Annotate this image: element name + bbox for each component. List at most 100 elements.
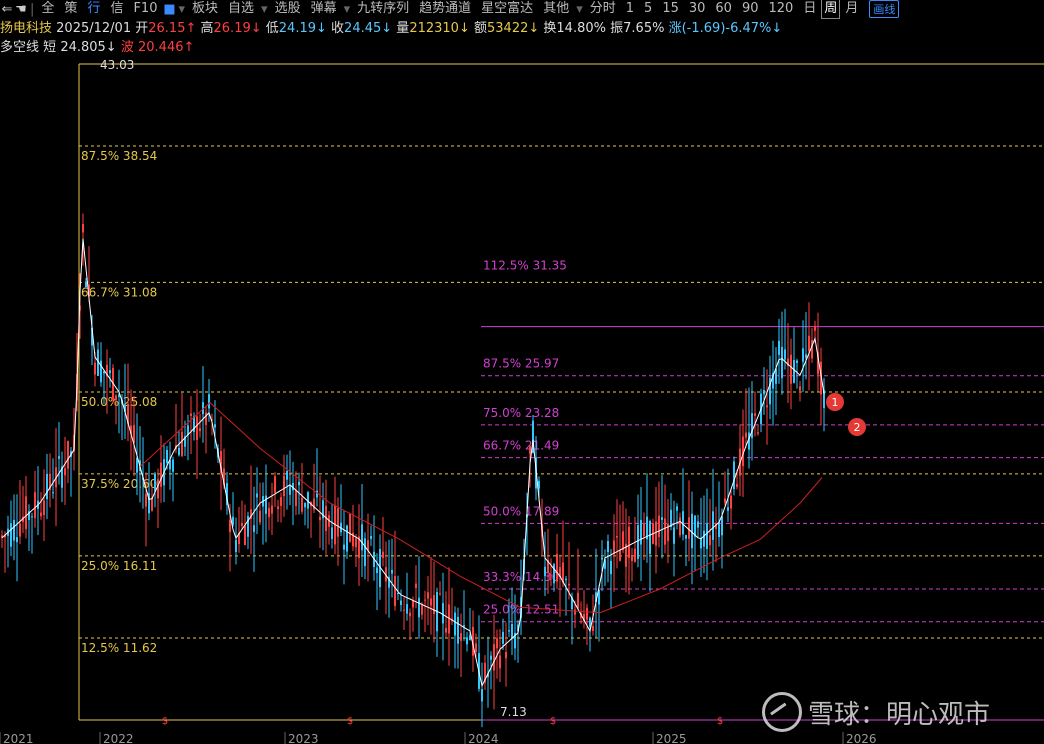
candle-body [658, 515, 660, 537]
candle-body [796, 360, 798, 363]
candle-body [556, 554, 558, 582]
candle-body [391, 570, 393, 574]
fib-left-label-1: 66.7% 31.08 [81, 285, 157, 299]
candle-body [277, 506, 279, 509]
candle-body [25, 496, 27, 530]
candle-body [94, 362, 96, 375]
watermark: 雪球：明心观市 [762, 692, 990, 732]
candle-body [40, 512, 42, 517]
fib-right-label-3: 66.7% 21.49 [483, 439, 559, 453]
candle-body [505, 651, 507, 659]
candle-body [529, 446, 531, 455]
year-label-3: 2024 [468, 732, 499, 744]
candle-body [616, 536, 618, 538]
candle-body [445, 627, 447, 633]
candle-body [508, 630, 510, 632]
candle-body [499, 655, 501, 669]
candle-body [241, 522, 243, 526]
candle-body [631, 555, 633, 562]
kline-chart[interactable]: 43.037.1387.5% 38.5466.7% 31.0850.0% 25.… [0, 0, 1044, 744]
candle-body [688, 517, 690, 539]
candle-body [190, 413, 192, 417]
candle-body [736, 484, 738, 488]
price-max-label: 43.03 [100, 58, 134, 72]
candle-body [304, 502, 306, 508]
candle-body [82, 223, 84, 233]
candle-body [10, 523, 12, 547]
candle-body [691, 513, 693, 549]
candle-body [154, 473, 156, 492]
candle-body [349, 513, 351, 542]
fib-right-label-2: 75.0% 23.28 [483, 406, 559, 420]
candle-body [454, 612, 456, 636]
dividend-marker-1: $ [347, 716, 353, 727]
candle-body [67, 440, 69, 469]
candle-body [145, 493, 147, 507]
candle-body [670, 509, 672, 527]
candle-body [490, 655, 492, 660]
candle-body [766, 405, 768, 408]
candle-body [406, 604, 408, 614]
candle-body [511, 623, 513, 639]
fib-right-label-0: 112.5% 31.35 [483, 258, 567, 272]
candle-body [430, 598, 432, 606]
candle-body [778, 340, 780, 355]
candle-body [286, 470, 288, 480]
year-label-0: 2021 [3, 732, 34, 744]
candle-body [457, 616, 459, 644]
marker-label-2: 2 [854, 421, 861, 434]
candle-body [361, 524, 363, 551]
candle-body [337, 508, 339, 537]
candle-body [208, 394, 210, 409]
candle-body [460, 633, 462, 641]
candle-body [706, 523, 708, 549]
candle-body [301, 497, 303, 512]
candle-body [622, 531, 624, 551]
candle-body [634, 548, 636, 562]
candle-body [553, 564, 555, 584]
candle-body [172, 459, 174, 472]
candle-body [790, 354, 792, 384]
candle-body [52, 492, 54, 494]
candle-body [64, 468, 66, 476]
candle-body [610, 560, 612, 575]
candle-body [781, 346, 783, 379]
candle-body [235, 539, 237, 552]
candle-body [253, 525, 255, 532]
candle-body [718, 522, 720, 538]
candle-body [814, 325, 816, 331]
candle-body [655, 521, 657, 546]
candle-body [808, 335, 810, 352]
candle-body [703, 530, 705, 547]
candle-body [31, 516, 33, 518]
candle-body [694, 515, 696, 537]
candle-body [733, 461, 735, 490]
candle-body [619, 549, 621, 561]
candle-body [400, 600, 402, 605]
candle-body [577, 592, 579, 609]
candle-body [295, 490, 297, 507]
candle-body [370, 535, 372, 539]
candle-body [421, 605, 423, 615]
candle-body [481, 689, 483, 702]
candle-body [364, 538, 366, 567]
candle-body [424, 599, 426, 601]
candle-body [394, 576, 396, 606]
candle-body [802, 348, 804, 362]
candle-body [181, 431, 183, 456]
year-label-1: 2022 [103, 732, 134, 744]
candle-body [544, 566, 546, 577]
candle-body [283, 475, 285, 497]
candle-body [409, 612, 411, 617]
candle-body [355, 538, 357, 548]
snowball-logo-icon [762, 692, 802, 732]
fib-left-label-4: 25.0% 16.11 [81, 559, 157, 573]
candle-body [268, 507, 270, 518]
candle-body [85, 281, 87, 287]
marker-label-1: 1 [832, 396, 839, 409]
year-label-5: 2026 [846, 732, 877, 744]
candle-body [493, 644, 495, 671]
fib-right-label-1: 87.5% 25.97 [483, 357, 559, 371]
candle-body [757, 432, 759, 434]
candle-body [319, 516, 321, 521]
